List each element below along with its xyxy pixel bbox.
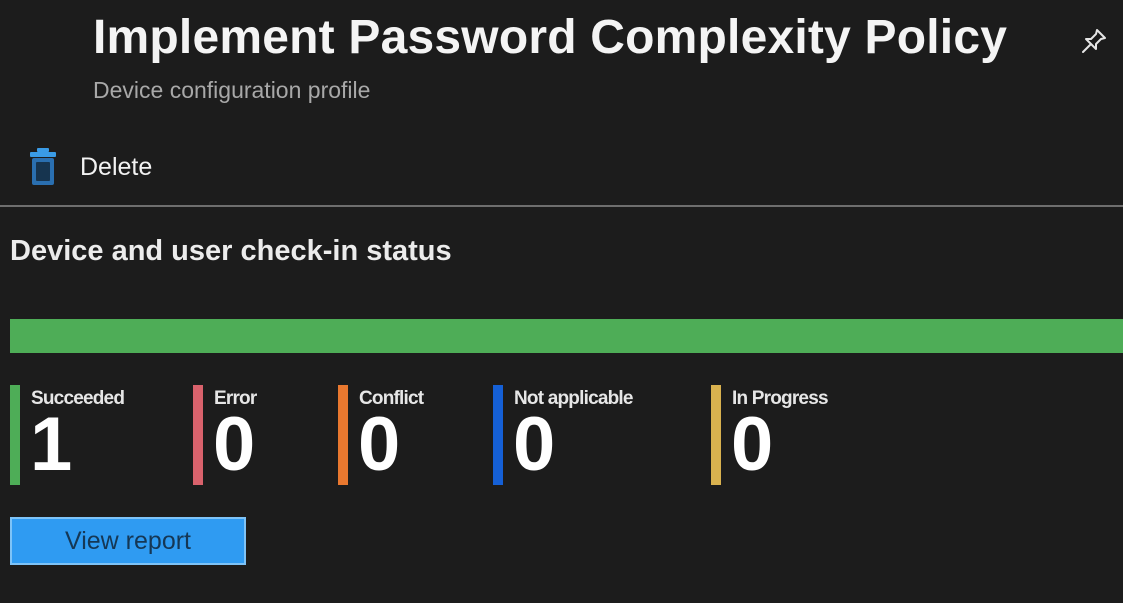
stat-value: 1 [30,402,73,487]
trash-icon [30,148,56,185]
stat-color-bar [711,385,721,485]
check-in-progress-bar [10,319,1123,353]
page-title: Implement Password Complexity Policy [93,11,1008,64]
delete-button[interactable]: Delete [28,145,152,189]
toolbar-divider [0,205,1123,207]
stat-value: 0 [731,402,774,487]
stat-value: 0 [358,402,401,487]
stat-color-bar [493,385,503,485]
stat-color-bar [338,385,348,485]
view-report-button[interactable]: View report [10,517,246,565]
progress-bar-succeeded-segment [10,319,1123,353]
section-title: Device and user check-in status [10,235,452,267]
stat-value: 0 [213,402,256,487]
stat-value: 0 [513,402,556,487]
page-subtitle: Device configuration profile [93,77,371,103]
stat-color-bar [193,385,203,485]
pin-icon[interactable] [1078,25,1110,57]
profile-overview-page: Implement Password Complexity Policy Dev… [0,0,1123,603]
delete-button-label: Delete [80,152,153,181]
stat-color-bar [10,385,20,485]
